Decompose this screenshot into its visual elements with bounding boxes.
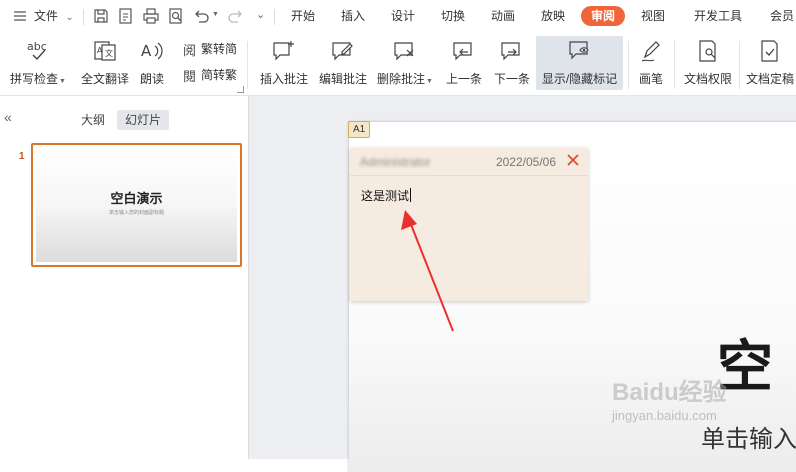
read-aloud-label: 朗读 xyxy=(139,72,164,86)
insert-comment-label: 插入批注 xyxy=(259,72,308,86)
translate-icon: A文 xyxy=(92,38,118,64)
next-comment-label: 下一条 xyxy=(493,72,530,86)
tab-home[interactable]: 开始 xyxy=(291,0,315,33)
show-hide-markup-label: 显示/隐藏标记 xyxy=(541,72,618,86)
svg-text:A: A xyxy=(97,46,103,55)
spellcheck-label: 拼写检查 xyxy=(10,72,59,86)
doc-permission-label: 文档权限 xyxy=(683,72,732,86)
spellcheck-icon: abc xyxy=(25,38,51,64)
edit-comment-label: 编辑批注 xyxy=(318,72,367,86)
watermark-url: jingyan.baidu.com xyxy=(612,408,717,423)
previous-comment-label: 上一条 xyxy=(445,72,482,86)
next-comment-button[interactable]: 下一条 xyxy=(490,36,534,90)
comment-date: 2022/05/06 xyxy=(495,155,556,169)
simp-to-trad-icon: 閱 xyxy=(183,68,199,84)
tab-slides[interactable]: 幻灯片 xyxy=(117,110,170,130)
doc-finalize-button[interactable]: 文档定稿 xyxy=(744,36,796,90)
previous-comment-button[interactable]: 上一条 xyxy=(442,36,486,90)
tab-view[interactable]: 视图 xyxy=(641,0,665,33)
edit-comment-button[interactable]: 编辑批注 xyxy=(316,36,370,90)
tab-slideshow[interactable]: 放映 xyxy=(541,0,565,33)
slide-number: 1 xyxy=(19,151,25,162)
edit-comment-icon xyxy=(330,38,356,64)
next-comment-icon xyxy=(499,38,525,64)
pen-button[interactable]: 画笔 xyxy=(634,36,668,90)
tab-member[interactable]: 会员 xyxy=(770,0,794,33)
tab-developer[interactable]: 开发工具 xyxy=(694,0,742,33)
insert-comment-icon xyxy=(271,38,297,64)
svg-text:文: 文 xyxy=(105,48,113,58)
print-preview-icon[interactable] xyxy=(167,7,185,25)
translate-button[interactable]: A文 全文翻译 xyxy=(78,36,132,90)
comment-header: Administrator 2022/05/06 xyxy=(350,148,588,176)
comment-card[interactable]: Administrator 2022/05/06 这是测试 xyxy=(350,148,588,301)
doc-finalize-label: 文档定稿 xyxy=(746,72,795,86)
hamburger-menu-icon[interactable] xyxy=(12,8,28,24)
svg-text:閱: 閱 xyxy=(183,70,196,84)
doc-finalize-icon xyxy=(757,38,783,64)
undo-icon[interactable] xyxy=(192,7,210,25)
comment-author: Administrator xyxy=(360,155,431,169)
tab-review[interactable]: 审阅 xyxy=(581,6,626,26)
read-aloud-button[interactable]: A 朗读 xyxy=(134,36,170,90)
delete-comment-icon xyxy=(392,38,418,64)
svg-text:阅: 阅 xyxy=(183,44,196,58)
ribbon: abc 拼写检查▼ A文 全文翻译 A 朗读 阅繁转简 閱简转繁 插入批注 编辑… xyxy=(0,33,796,96)
delete-comment-label: 删除批注 xyxy=(377,72,426,86)
pen-icon xyxy=(638,38,664,64)
baidu-watermark: Baidu经验 jingyan.baidu.com xyxy=(612,372,792,442)
text-cursor xyxy=(410,188,412,202)
doc-permission-icon xyxy=(695,38,721,64)
menu-bar: 文件 ⌄ ▼ ⌄ 开始 插入 设计 切换 动画 放映 审阅 视图 开发工具 会员 xyxy=(0,0,796,33)
tab-design[interactable]: 设计 xyxy=(391,0,415,33)
comment-text-input[interactable]: 这是测试 xyxy=(361,187,412,204)
eye-comment-icon xyxy=(567,38,593,64)
collapse-panel-icon[interactable]: « xyxy=(4,110,18,124)
customize-quickbar-icon[interactable]: ⌄ xyxy=(256,8,265,21)
slide-thumbnail[interactable]: 空白演示 单击输入您的封面副标题 xyxy=(31,143,242,267)
tab-animation[interactable]: 动画 xyxy=(491,0,515,33)
slide-panel: « 大纲 幻灯片 1 空白演示 单击输入您的封面副标题 xyxy=(0,96,249,459)
delete-comment-button[interactable]: 删除批注▼ xyxy=(374,36,436,90)
comment-marker[interactable]: A1 xyxy=(348,121,371,138)
chevron-down-icon: ⌄ xyxy=(65,12,74,23)
doc-permission-button[interactable]: 文档权限 xyxy=(680,36,736,90)
close-icon[interactable] xyxy=(566,153,580,167)
spellcheck-button[interactable]: abc 拼写检查▼ xyxy=(6,36,70,90)
trad-to-simp-button[interactable]: 阅繁转简 xyxy=(183,39,237,59)
insert-comment-button[interactable]: 插入批注 xyxy=(256,36,312,90)
comment-text: 这是测试 xyxy=(361,189,410,203)
export-pdf-icon[interactable] xyxy=(117,7,135,25)
show-hide-markup-button[interactable]: 显示/隐藏标记 xyxy=(536,36,623,90)
watermark-brand: Baidu经验 xyxy=(612,379,727,406)
undo-dropdown-icon[interactable]: ▼ xyxy=(212,11,219,18)
tab-transition[interactable]: 切换 xyxy=(441,0,465,33)
trad-to-simp-icon: 阅 xyxy=(183,42,199,58)
read-aloud-icon: A xyxy=(139,38,165,64)
thumbnail-subtitle: 单击输入您的封面副标题 xyxy=(108,210,164,216)
simp-to-trad-label: 简转繁 xyxy=(201,68,238,82)
tab-outline[interactable]: 大纲 xyxy=(73,110,113,130)
thumbnail-title: 空白演示 xyxy=(110,191,163,206)
file-menu-label: 文件 xyxy=(34,9,59,23)
translate-label: 全文翻译 xyxy=(80,72,129,86)
redo-icon[interactable] xyxy=(227,7,245,25)
save-icon[interactable] xyxy=(92,7,110,25)
simp-to-trad-button[interactable]: 閱简转繁 xyxy=(183,65,237,85)
dialog-launcher-icon[interactable] xyxy=(237,86,244,93)
trad-to-simp-label: 繁转简 xyxy=(201,42,238,56)
print-icon[interactable] xyxy=(142,7,160,25)
svg-text:A: A xyxy=(141,42,152,60)
pen-label: 画笔 xyxy=(638,72,663,86)
previous-comment-icon xyxy=(451,38,477,64)
tab-insert[interactable]: 插入 xyxy=(341,0,365,33)
file-menu[interactable]: 文件 ⌄ xyxy=(34,0,74,33)
comment-group: A1 Administrator 2022/05/06 这是测试 xyxy=(348,121,592,311)
